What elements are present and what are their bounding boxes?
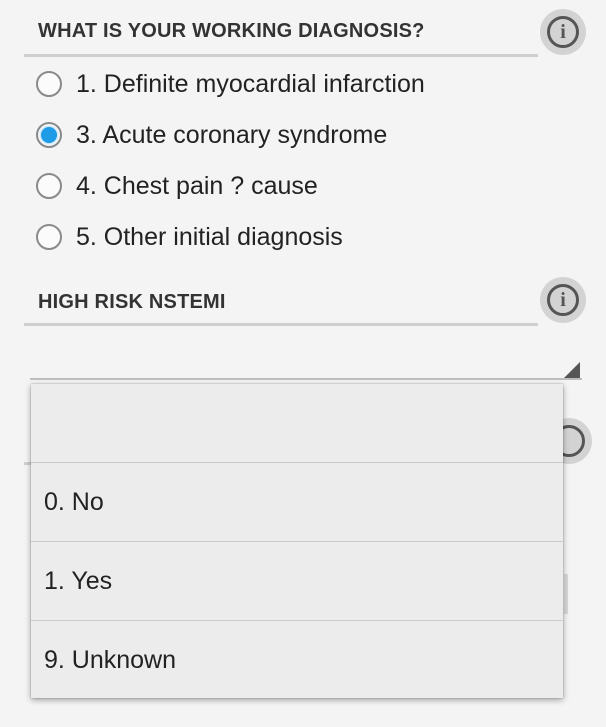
- dropdown-item-label: 0. No: [44, 487, 104, 516]
- radio-label: 5. Other initial diagnosis: [76, 222, 343, 251]
- dropdown-item-no[interactable]: 0. No: [31, 463, 563, 541]
- radio-label: 4. Chest pain ? cause: [76, 171, 318, 200]
- info-icon: i: [547, 16, 579, 48]
- section-divider: [24, 323, 538, 326]
- radio-selected-dot: [41, 127, 57, 143]
- spinner-underline: [30, 378, 582, 380]
- radio-button[interactable]: [36, 71, 62, 97]
- nstemi-dropdown-list: 0. No 1. Yes 9. Unknown: [31, 384, 563, 698]
- radio-button[interactable]: [36, 173, 62, 199]
- dropdown-triangle-icon: [564, 362, 580, 378]
- diagnosis-section-title: WHAT IS YOUR WORKING DIAGNOSIS?: [38, 20, 425, 42]
- dropdown-item-yes[interactable]: 1. Yes: [31, 542, 563, 620]
- radio-label: 3. Acute coronary syndrome: [76, 120, 388, 149]
- radio-option-definite-mi[interactable]: 1. Definite myocardial infarction: [36, 64, 425, 104]
- radio-button-checked[interactable]: [36, 122, 62, 148]
- dropdown-item-label: 1. Yes: [44, 566, 113, 595]
- dropdown-item-unknown[interactable]: 9. Unknown: [31, 621, 563, 699]
- radio-option-chest-pain[interactable]: 4. Chest pain ? cause: [36, 166, 318, 206]
- nstemi-spinner[interactable]: [30, 338, 582, 380]
- dropdown-item-label: 9. Unknown: [44, 645, 177, 674]
- dropdown-item-blank[interactable]: [31, 384, 563, 462]
- hidden-field-edge: [564, 574, 568, 614]
- diagnosis-info-button[interactable]: i: [540, 9, 586, 55]
- nstemi-section-title: HIGH RISK NSTEMI: [38, 291, 226, 313]
- info-icon: i: [547, 284, 579, 316]
- radio-option-other-diagnosis[interactable]: 5. Other initial diagnosis: [36, 217, 343, 257]
- section-divider: [24, 54, 538, 57]
- nstemi-info-button[interactable]: i: [540, 277, 586, 323]
- radio-option-acute-coronary-syndrome[interactable]: 3. Acute coronary syndrome: [36, 115, 387, 155]
- radio-label: 1. Definite myocardial infarction: [76, 69, 425, 98]
- radio-button[interactable]: [36, 224, 62, 250]
